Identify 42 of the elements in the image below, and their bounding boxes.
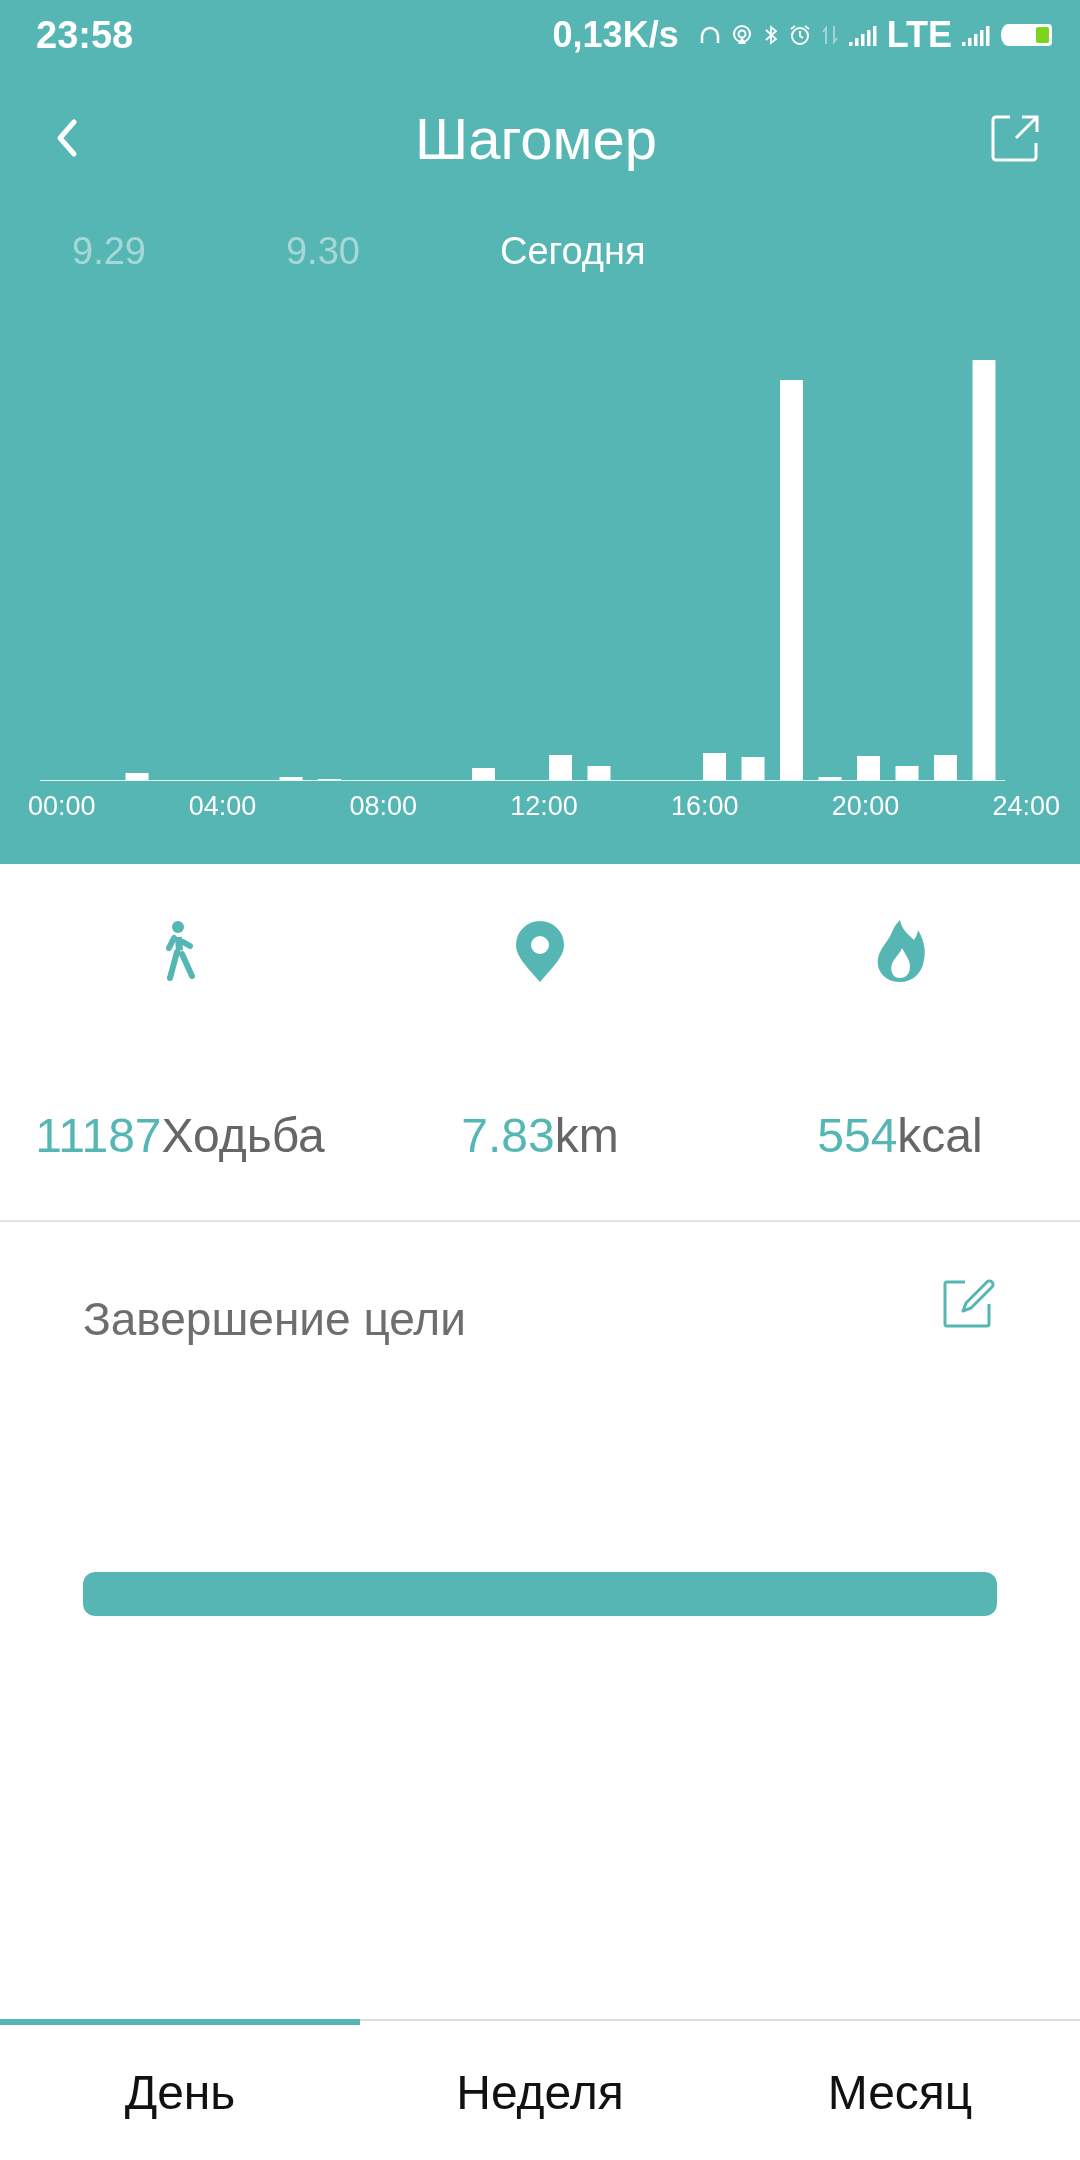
hotspot-icon	[730, 24, 753, 46]
goal-title: Завершение цели	[83, 1292, 466, 1346]
axis-label: 24:00	[992, 791, 1060, 822]
period-tab[interactable]: Месяц	[720, 2019, 1080, 2160]
signal-icon	[848, 24, 877, 46]
stat-unit: kcal	[897, 1109, 983, 1162]
chart-bar	[125, 773, 149, 780]
stat-value: 11187	[35, 1109, 162, 1162]
stat-value: 7.83	[461, 1109, 555, 1162]
axis-label: 00:00	[28, 791, 96, 822]
axis-label: 20:00	[831, 791, 900, 822]
chart-bar	[279, 777, 303, 780]
network-speed: 0,13K/s	[552, 14, 679, 56]
edit-icon[interactable]	[943, 1278, 995, 1330]
axis-label: 16:00	[670, 791, 739, 822]
chart-bar	[741, 757, 765, 780]
status-time: 23:58	[36, 13, 134, 57]
chart-bar	[895, 766, 919, 780]
chart-bar	[857, 756, 880, 780]
axis-label: 12:00	[510, 791, 578, 822]
location-pin-icon	[514, 920, 566, 984]
signal-icon	[962, 24, 990, 46]
headphones-icon	[698, 25, 721, 45]
stat-value: 554	[817, 1109, 898, 1162]
chart-bar	[587, 766, 611, 780]
share-icon[interactable]	[990, 113, 1040, 163]
data-arrows-icon	[820, 24, 839, 46]
stat-unit: km	[554, 1109, 619, 1162]
chart-bar	[472, 768, 495, 780]
screen-title: Шагомер	[415, 104, 657, 172]
alarm-icon	[788, 24, 811, 46]
chart-bar	[934, 755, 957, 780]
period-tab[interactable]: Неделя	[360, 2019, 720, 2160]
axis-label: 08:00	[349, 791, 418, 822]
chart-bar	[818, 777, 842, 780]
battery-icon	[1000, 22, 1054, 48]
stat-unit: Ходьба	[161, 1109, 325, 1162]
chart-bar	[549, 755, 572, 780]
period-tab[interactable]: День	[0, 2019, 360, 2160]
network-type: LTE	[886, 14, 952, 56]
chart-bar	[703, 753, 726, 780]
axis-label: 04:00	[188, 791, 257, 822]
